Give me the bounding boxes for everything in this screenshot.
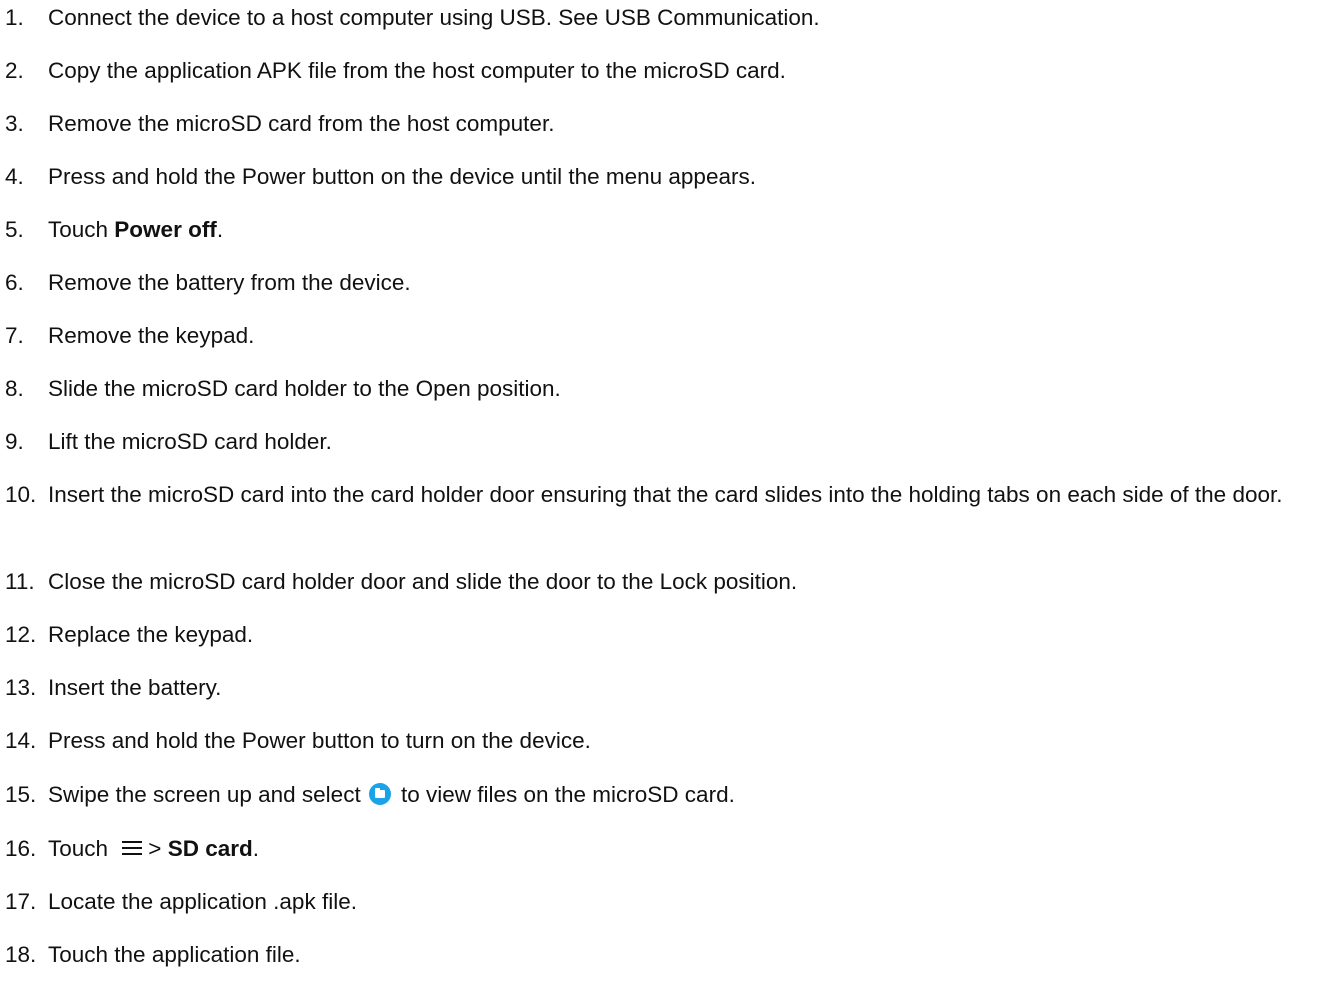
step-number: 17. <box>5 889 37 914</box>
menu-icon <box>122 841 143 855</box>
step-text-separator: > <box>148 836 168 861</box>
step-text: Slide the microSD card holder to the Ope… <box>48 376 561 401</box>
step-text: Touch > SD card. <box>48 834 1310 864</box>
folder-icon <box>368 783 391 805</box>
sd-card-label: SD card <box>167 836 253 861</box>
step-number: 11. <box>5 569 35 594</box>
step-number: 1. <box>5 5 24 30</box>
step-number: 8. <box>5 376 24 401</box>
step-text-prefix: Touch <box>48 836 115 861</box>
step-text: Insert the microSD card into the card ho… <box>48 482 1283 507</box>
step-text: Press and hold the Power button on the d… <box>48 164 756 189</box>
step-number: 14. <box>5 728 37 753</box>
step-text: Close the microSD card holder door and s… <box>48 569 798 594</box>
step-text: Touch Power off. <box>48 215 1310 245</box>
step-text: Remove the battery from the device. <box>48 270 411 295</box>
step-number: 18. <box>5 942 37 967</box>
step-number: 15. <box>5 782 37 807</box>
step-text: Touch the application file. <box>48 942 301 967</box>
step-number: 10. <box>5 482 37 507</box>
step-number: 6. <box>5 270 24 295</box>
step-number: 2. <box>5 58 24 83</box>
step-text: Lift the microSD card holder. <box>48 429 332 454</box>
step-number: 9. <box>5 429 24 454</box>
step-text: Remove the keypad. <box>48 323 255 348</box>
step-text-prefix: Swipe the screen up and select <box>48 782 367 807</box>
step-text: Connect the device to a host computer us… <box>48 5 820 30</box>
step-number: 4. <box>5 164 24 189</box>
step-text-suffix: . <box>252 836 260 861</box>
step-number: 3. <box>5 111 24 136</box>
step-text: Insert the battery. <box>48 675 222 700</box>
step-text: Replace the keypad. <box>48 622 254 647</box>
step-number: 7. <box>5 323 24 348</box>
step-number: 12. <box>5 622 37 647</box>
step-text: Press and hold the Power button to turn … <box>48 728 591 753</box>
power-off-label: Power off <box>114 217 217 242</box>
step-text-prefix: Touch <box>48 217 115 242</box>
step-number: 16. <box>5 836 37 861</box>
step-number: 13. <box>5 675 37 700</box>
step-text: Swipe the screen up and select to view f… <box>48 780 1310 810</box>
step-text-suffix: to view files on the microSD card. <box>400 782 735 807</box>
step-text: Locate the application .apk file. <box>48 889 357 914</box>
step-text: Remove the microSD card from the host co… <box>48 111 555 136</box>
step-text-suffix: . <box>216 217 224 242</box>
step-number: 5. <box>5 217 24 242</box>
step-text: Copy the application APK file from the h… <box>48 58 786 83</box>
